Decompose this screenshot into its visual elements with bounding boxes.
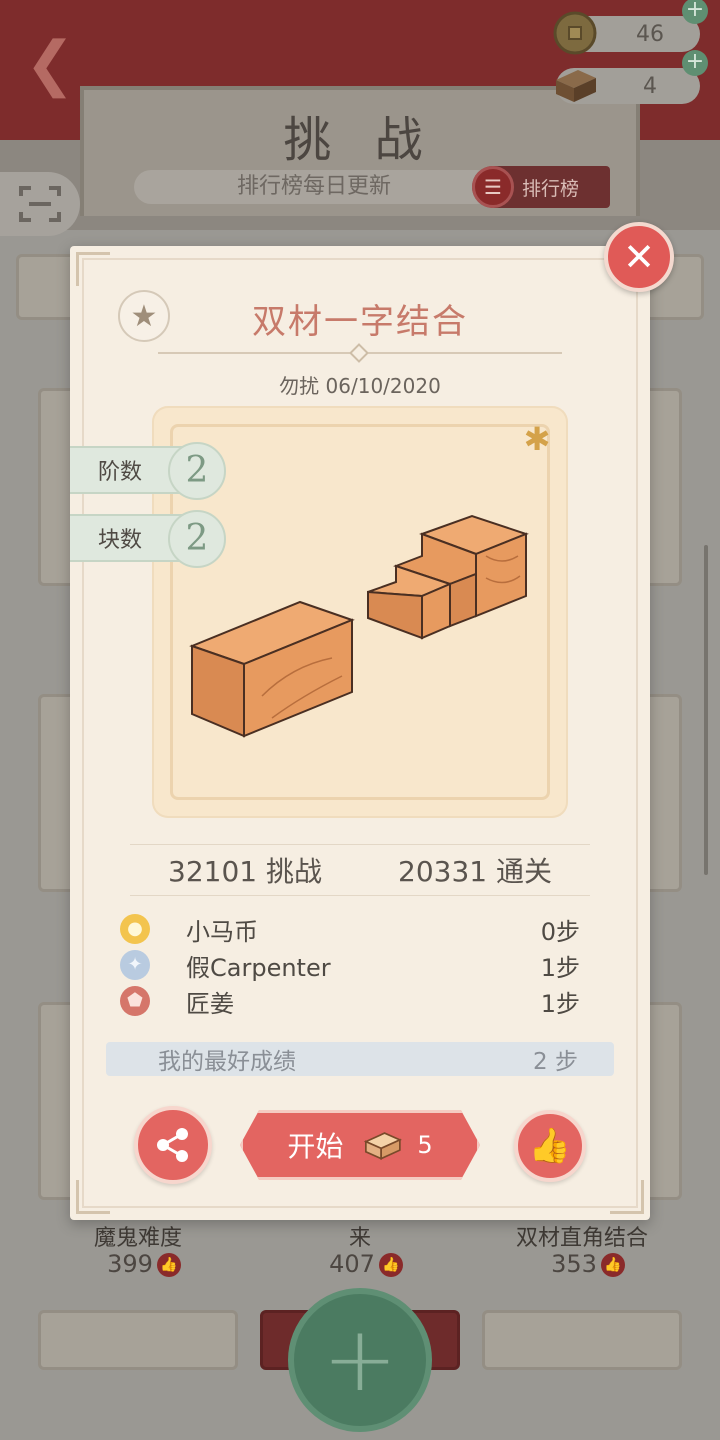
player-steps: 1步 xyxy=(540,989,580,1018)
player-name: 匠姜 xyxy=(186,989,234,1018)
divider-ornament xyxy=(349,343,369,363)
pieces-value: 2 xyxy=(168,510,226,568)
author-line: 勿扰 06/10/2020 xyxy=(70,370,650,399)
pieces-label: 块数 xyxy=(98,528,143,553)
frame-corner xyxy=(76,1180,110,1214)
challenge-count: 32101 挑战 xyxy=(168,850,322,890)
frame-corner xyxy=(76,252,110,286)
thumbs-up-icon: 👍 xyxy=(378,1253,403,1277)
coin-icon xyxy=(553,11,597,55)
leaderboard-button[interactable]: ☰ 排行榜 xyxy=(472,166,610,208)
share-icon xyxy=(157,1128,188,1162)
leaderboard-row: ● 小马币 0步 xyxy=(120,912,580,946)
wood-block-icon xyxy=(364,1132,403,1160)
clear-count: 20331 通关 xyxy=(398,850,552,890)
leaderboard-row: ✦ 假Carpenter 1步 xyxy=(120,948,580,982)
puzzle-detail-dialog: ★ 双材一字结合 勿扰 06/10/2020 ✱ 阶数 2 块数 2 32101… xyxy=(70,246,650,1220)
card-likes-count: 353 xyxy=(551,1250,597,1278)
coin-counter: 46 + xyxy=(553,0,708,55)
like-button[interactable]: 👍 xyxy=(514,1110,586,1182)
publish-date: 06/10/2020 xyxy=(325,374,441,398)
start-cost: 5 xyxy=(417,1131,433,1159)
pieces-tag: 块数 2 xyxy=(70,510,226,568)
puzzle-card[interactable] xyxy=(38,1310,238,1370)
card-likes-count: 407 xyxy=(329,1250,375,1278)
thumbs-up-icon: 👍 xyxy=(156,1253,181,1277)
close-icon: ✕ xyxy=(623,235,655,279)
puzzle-title: 双材一字结合 xyxy=(252,302,468,342)
scrollbar[interactable] xyxy=(704,545,708,875)
player-name: 假Carpenter xyxy=(186,953,331,982)
leaderboard-row: ⬟ 匠姜 1步 xyxy=(120,984,580,1018)
page-title: 挑 战 xyxy=(283,112,437,168)
coin-count: 46 xyxy=(636,21,664,47)
list-icon: ☰ xyxy=(472,166,514,208)
card-likes: 399 👍 xyxy=(44,1250,244,1278)
silver-medal-icon: ✦ xyxy=(120,950,150,980)
add-tickets-button[interactable]: + xyxy=(682,50,708,76)
puzzle-card[interactable] xyxy=(482,1310,682,1370)
leaderboard-label: 排行榜 xyxy=(522,177,580,200)
card-likes: 353 👍 xyxy=(488,1250,688,1278)
clear-number: 20331 xyxy=(398,855,488,888)
gold-medal-icon: ● xyxy=(120,914,150,944)
wood-block-icon xyxy=(556,70,596,102)
player-steps: 1步 xyxy=(540,953,580,982)
order-value: 2 xyxy=(168,442,226,500)
personal-best-value: 2 步 xyxy=(533,1049,578,1075)
ticket-count: 4 xyxy=(643,73,657,99)
start-button[interactable]: 开始 5 xyxy=(240,1110,480,1180)
plus-icon: + xyxy=(322,1307,398,1412)
share-button[interactable] xyxy=(134,1106,212,1184)
card-likes-count: 399 xyxy=(107,1250,153,1278)
clear-label: 通关 xyxy=(495,855,552,888)
player-name: 小马币 xyxy=(186,917,258,946)
challenge-number: 32101 xyxy=(168,855,258,888)
frame-corner xyxy=(610,1180,644,1214)
author-name: 勿扰 xyxy=(279,374,320,398)
thumbs-up-icon: 👍 xyxy=(528,1126,572,1166)
thumbs-up-icon: 👍 xyxy=(600,1253,625,1277)
player-steps: 0步 xyxy=(540,917,580,946)
leaderboard-note: 排行榜每日更新 xyxy=(134,170,494,204)
bronze-medal-icon: ⬟ xyxy=(120,986,150,1016)
scan-icon xyxy=(19,186,61,222)
close-button[interactable]: ✕ xyxy=(604,222,674,292)
challenge-label: 挑战 xyxy=(265,855,322,888)
card-title: 双材直角结合 xyxy=(515,1226,648,1251)
scan-button[interactable] xyxy=(0,172,80,236)
play-stats: 32101 挑战 20331 通关 xyxy=(130,844,590,896)
order-label: 阶数 xyxy=(98,460,143,485)
ticket-counter: 4 + xyxy=(556,50,708,104)
personal-best-label: 我的最好成绩 xyxy=(158,1049,296,1075)
start-label: 开始 xyxy=(287,1130,344,1163)
create-puzzle-button[interactable]: + xyxy=(288,1288,432,1432)
card-title: 来 xyxy=(348,1226,371,1251)
order-tag: 阶数 2 xyxy=(70,442,226,500)
back-arrow-icon[interactable]: ❮ xyxy=(22,22,78,106)
card-likes: 407 👍 xyxy=(266,1250,466,1278)
card-title: 魔鬼难度 xyxy=(93,1226,182,1251)
puzzle-badge-icon: ✱ xyxy=(523,420,551,458)
personal-best-bar: 我的最好成绩 2 步 xyxy=(106,1042,614,1076)
